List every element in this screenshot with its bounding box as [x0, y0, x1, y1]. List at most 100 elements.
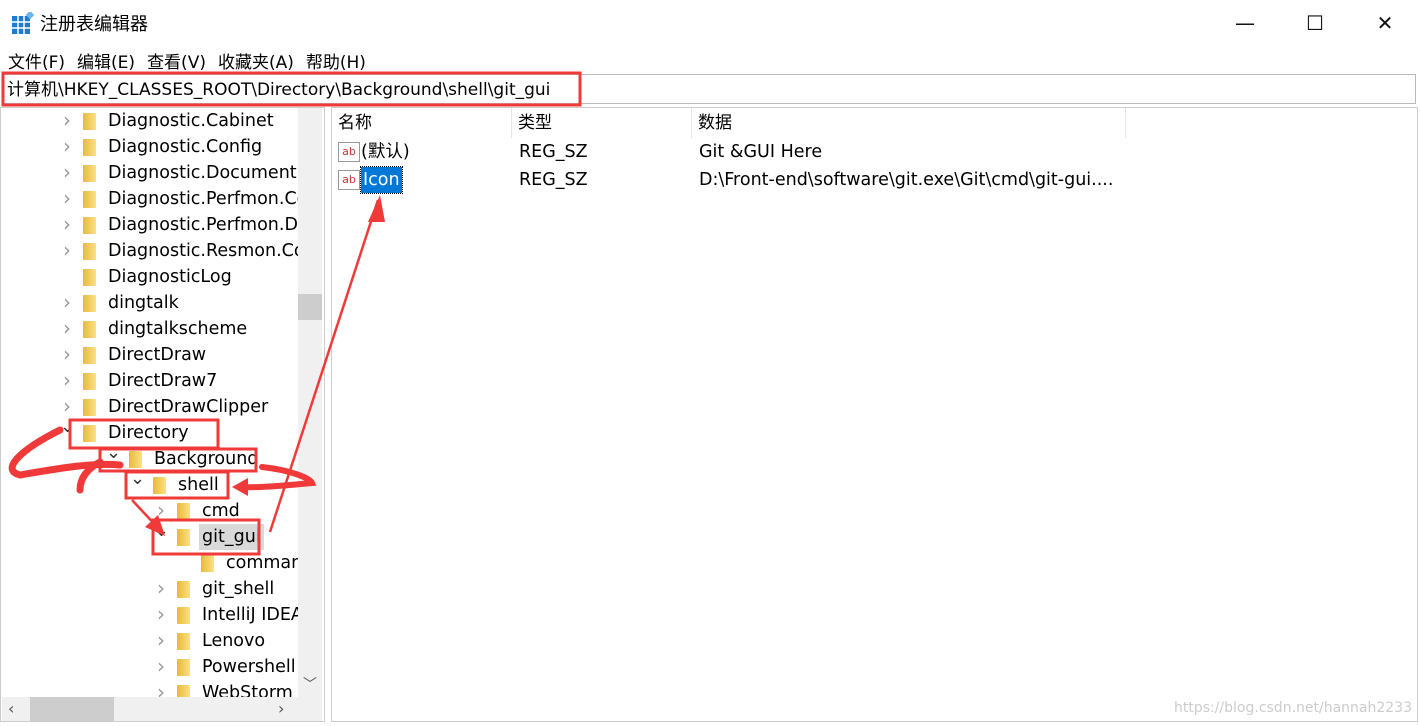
tree-item[interactable]: › Lenovo — [1, 628, 301, 654]
chevron-right-icon[interactable]: › — [60, 367, 74, 393]
tree-item[interactable]: › DirectDraw — [1, 342, 301, 368]
chevron-right-icon[interactable]: › — [60, 237, 74, 263]
tree-item[interactable]: command — [1, 550, 313, 576]
chevron-right-icon[interactable]: › — [60, 289, 74, 315]
value-name[interactable]: (默认) — [361, 139, 410, 165]
folder-icon — [83, 399, 96, 416]
values-pane: 名称 类型 数据 ab (默认) REG_SZ Git &GUI Here ab Icon… — [331, 107, 1418, 722]
string-value-icon: ab — [338, 170, 360, 190]
folder-icon — [83, 165, 96, 182]
tree-item[interactable]: › git_shell — [1, 576, 301, 602]
value-data[interactable]: Git &GUI Here — [699, 139, 822, 165]
folder-icon — [177, 529, 190, 546]
scroll-thumb[interactable] — [298, 294, 322, 320]
tree-item-label: cmd — [202, 501, 240, 521]
tree-item[interactable]: › Diagnostic.Perfmon.Do — [1, 211, 309, 238]
tree-item[interactable]: › DirectDrawClipper — [1, 394, 301, 420]
tree-item-label: IntelliJ IDEA — [202, 605, 303, 625]
tree-item[interactable]: ⌄ git_gui — [1, 520, 301, 550]
folder-icon — [83, 191, 96, 208]
tree-item-label: git_shell — [202, 579, 275, 599]
tree-item[interactable]: ⌄ Background — [1, 442, 301, 472]
tree-item[interactable]: › IntelliJ IDEA — [1, 601, 303, 628]
tree-item[interactable]: › Diagnostic.Perfmon.Co — [1, 185, 307, 212]
tree-item-label: Powershell — [202, 657, 296, 677]
folder-icon — [83, 425, 96, 442]
chevron-down-icon[interactable]: ⌄ — [154, 518, 169, 544]
tree-item-label: DirectDraw — [108, 345, 207, 365]
folder-icon — [177, 659, 190, 676]
folder-icon — [83, 347, 96, 364]
tree-item[interactable]: › dingtalk — [1, 290, 301, 316]
column-type[interactable]: 类型 — [512, 108, 692, 138]
chevron-right-icon[interactable]: › — [60, 159, 74, 185]
chevron-down-icon[interactable]: ⌄ — [60, 414, 75, 440]
chevron-down-icon[interactable]: ﹀ — [303, 674, 317, 694]
tree-item[interactable]: › dingtalkscheme — [1, 316, 301, 342]
chevron-right-icon[interactable]: › — [60, 315, 74, 341]
chevron-down-icon[interactable]: ⌄ — [130, 466, 145, 492]
chevron-right-icon[interactable]: › — [154, 627, 168, 653]
folder-icon — [201, 555, 214, 572]
column-data[interactable]: 数据 — [692, 108, 1126, 138]
tree-item[interactable]: › Diagnostic.Document — [1, 160, 301, 186]
chevron-right-icon[interactable]: › — [60, 108, 74, 133]
tree-item-label: Diagnostic.Perfmon.Do — [108, 215, 309, 235]
key-tree[interactable]: › Diagnostic.Cabinet › Diagnostic.Config › Di… — [0, 107, 325, 722]
chevron-right-icon[interactable]: › — [60, 341, 74, 367]
close-button[interactable]: ✕ — [1365, 8, 1405, 38]
value-type[interactable]: REG_SZ — [519, 167, 588, 193]
regedit-icon — [12, 12, 34, 34]
scroll-thumb[interactable] — [30, 697, 114, 721]
tree-item-label: git_gui — [199, 524, 264, 550]
tree-item[interactable]: DiagnosticLog — [1, 264, 301, 290]
tree-item-label: shell — [178, 475, 219, 495]
folder-icon — [177, 633, 190, 650]
tree-item[interactable]: › Diagnostic.Resmon.Co — [1, 237, 305, 264]
tree-vertical-scrollbar[interactable]: ﹀ — [298, 108, 322, 698]
menu-view[interactable]: 查看(V) — [147, 48, 206, 73]
folder-icon — [177, 607, 190, 624]
chevron-right-icon[interactable]: › — [154, 575, 168, 601]
tree-horizontal-scrollbar[interactable]: ‹ › — [2, 697, 322, 721]
value-type[interactable]: REG_SZ — [519, 139, 588, 165]
tree-item-label: Diagnostic.Config — [108, 137, 263, 157]
column-name[interactable]: 名称 — [332, 108, 512, 138]
tree-item-label: Lenovo — [202, 631, 266, 651]
tree-item-label: DiagnosticLog — [108, 267, 232, 287]
folder-icon — [83, 373, 96, 390]
chevron-right-icon[interactable]: › — [154, 653, 168, 679]
menu-file[interactable]: 文件(F) — [8, 48, 65, 73]
address-bar[interactable]: 计算机\HKEY_CLASSES_ROOT\Directory\Backgrou… — [2, 74, 1416, 104]
folder-icon — [83, 321, 96, 338]
chevron-down-icon[interactable]: ⌄ — [106, 440, 121, 466]
chevron-right-icon[interactable]: › — [60, 211, 74, 237]
tree-item[interactable]: › Diagnostic.Cabinet — [1, 108, 301, 134]
window-title: 注册表编辑器 — [40, 14, 148, 35]
chevron-right-icon[interactable]: › — [60, 133, 74, 159]
tree-item-label: DirectDraw7 — [108, 371, 218, 391]
chevron-right-icon[interactable]: › — [60, 185, 74, 211]
value-data[interactable]: D:\Front-end\software\git.exe\Git\cmd\gi… — [699, 167, 1113, 193]
watermark: https://blog.csdn.net/hannah2233 — [1173, 700, 1412, 716]
folder-icon — [83, 269, 96, 286]
tree-item[interactable]: › Powershell — [1, 654, 301, 680]
tree-item[interactable]: ⌄ Directory — [1, 416, 301, 446]
tree-item-label: Diagnostic.Document — [108, 163, 297, 183]
folder-icon — [83, 139, 96, 156]
maximize-button[interactable]: ☐ — [1295, 8, 1335, 38]
tree-item[interactable]: › Diagnostic.Config — [1, 134, 301, 160]
minimize-button[interactable]: — — [1225, 8, 1265, 38]
tree-item-label: Diagnostic.Resmon.Co — [108, 241, 305, 261]
menu-help[interactable]: 帮助(H) — [306, 48, 366, 73]
chevron-right-icon[interactable]: › — [278, 699, 284, 718]
chevron-right-icon[interactable]: › — [154, 601, 168, 627]
menu-favorites[interactable]: 收藏夹(A) — [218, 48, 294, 73]
value-name[interactable]: Icon — [360, 166, 403, 194]
tree-item-label: Diagnostic.Perfmon.Co — [108, 189, 308, 209]
chevron-left-icon[interactable]: ‹ — [8, 699, 14, 718]
tree-item[interactable]: › cmd — [1, 498, 301, 524]
menu-edit[interactable]: 编辑(E) — [77, 48, 135, 73]
tree-item[interactable]: ⌄ shell — [1, 468, 301, 498]
tree-item[interactable]: › DirectDraw7 — [1, 368, 301, 394]
